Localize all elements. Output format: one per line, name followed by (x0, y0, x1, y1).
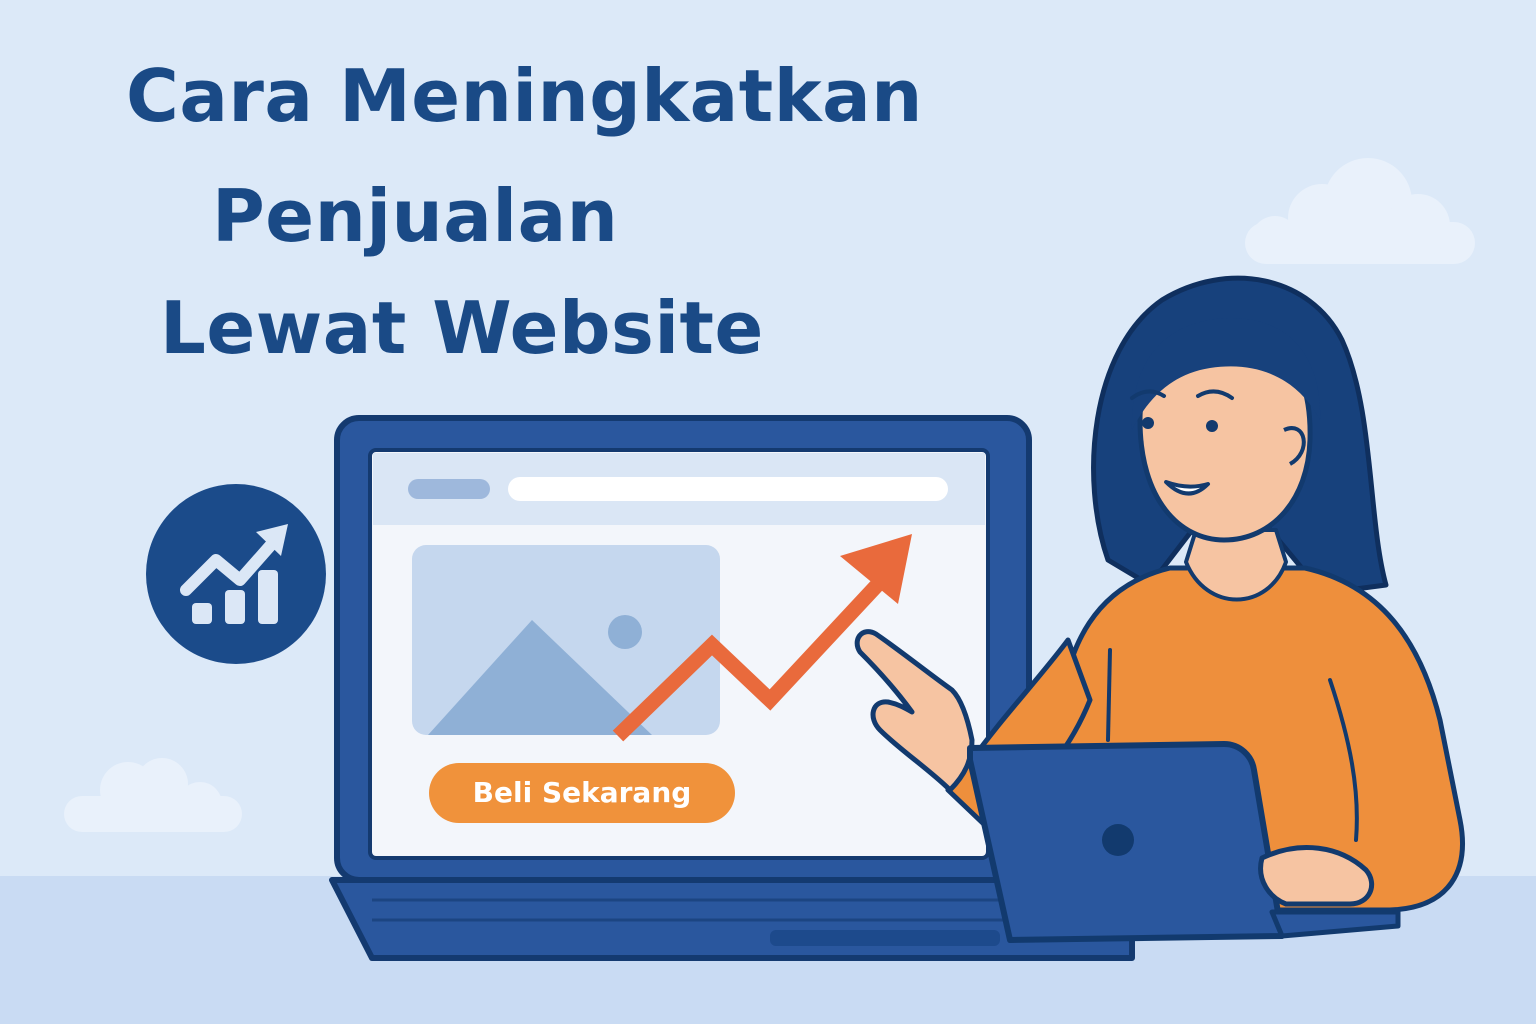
headline-line-3: Lewat Website (160, 286, 764, 370)
scene-illustration (0, 158, 1536, 1024)
cloud-right (1245, 158, 1475, 264)
headline-line-2: Penjualan (212, 174, 619, 258)
image-icon (412, 545, 720, 735)
buy-now-button[interactable]: Beli Sekarang (429, 763, 735, 823)
headline-line-1: Cara Meningkatkan (126, 54, 923, 138)
laptop-logo-icon (1102, 824, 1134, 856)
address-bar (508, 477, 948, 501)
illustration-stage: Cara Meningkatkan Penjualan Lewat Websit… (0, 0, 1536, 1024)
cloud-left (64, 758, 242, 832)
browser-tab (408, 479, 490, 499)
right-eye (1206, 420, 1218, 432)
touchpad (770, 930, 1000, 946)
growth-chart-icon (146, 484, 326, 664)
left-eye (1142, 417, 1154, 429)
